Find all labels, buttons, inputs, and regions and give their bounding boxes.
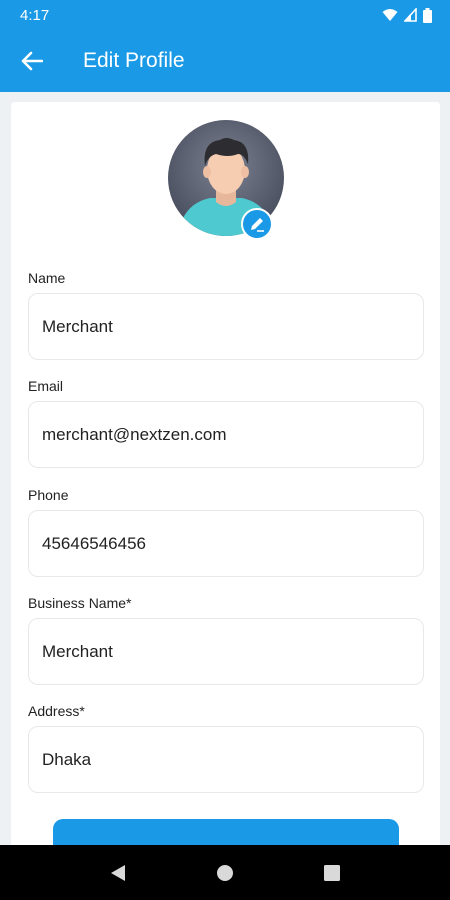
profile-form-card: Name Email Phone Business Name* Address* [11, 102, 440, 869]
address-field[interactable] [28, 726, 424, 793]
page-title: Edit Profile [83, 49, 185, 72]
name-field[interactable] [28, 293, 424, 360]
avatar-container [168, 120, 284, 240]
status-icons [382, 7, 432, 23]
signal-icon [404, 8, 417, 22]
nav-home-button[interactable] [205, 853, 245, 893]
wifi-icon [382, 9, 398, 21]
business-name-label: Business Name* [28, 595, 132, 611]
back-triangle-icon [111, 864, 126, 881]
app-bar: Edit Profile [0, 30, 450, 92]
system-nav-bar [0, 845, 450, 900]
email-label: Email [28, 378, 64, 394]
name-label: Name [28, 270, 66, 286]
nav-recents-button[interactable] [312, 853, 352, 893]
home-circle-icon [216, 864, 233, 881]
edit-avatar-button[interactable] [241, 208, 273, 240]
arrow-back-icon [21, 51, 43, 71]
status-bar: 4:17 [0, 0, 450, 30]
pencil-icon [251, 218, 264, 232]
recents-square-icon [323, 864, 340, 881]
phone-label: Phone [28, 487, 69, 503]
phone-field[interactable] [28, 510, 424, 577]
status-time: 4:17 [20, 6, 50, 24]
battery-icon [423, 7, 432, 23]
address-label: Address* [28, 703, 85, 719]
business-name-field[interactable] [28, 618, 424, 685]
back-button[interactable] [0, 30, 64, 92]
nav-back-button[interactable] [98, 853, 138, 893]
email-field[interactable] [28, 401, 424, 468]
